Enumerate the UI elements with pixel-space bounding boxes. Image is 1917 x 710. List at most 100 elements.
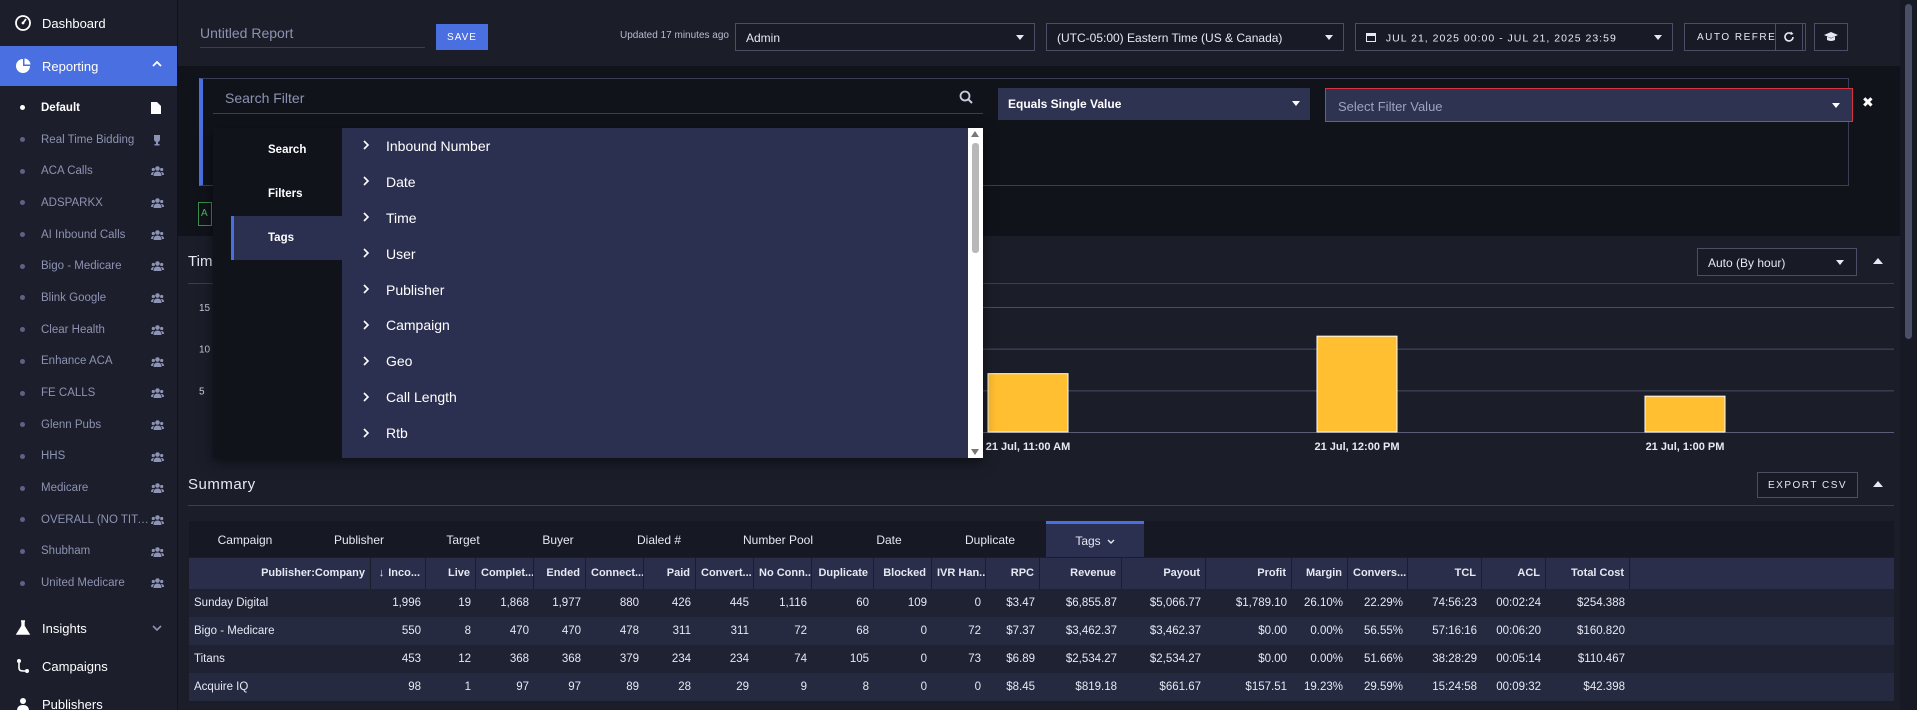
sidebar-report-item[interactable]: ADSPARKX xyxy=(0,187,177,219)
sidebar-report-item[interactable]: AI Inbound Calls xyxy=(0,219,177,251)
sidebar-report-item[interactable]: HHS xyxy=(0,441,177,473)
operator-select[interactable]: Equals Single Value xyxy=(998,88,1310,120)
close-filter-icon[interactable]: ✖ xyxy=(1862,94,1874,111)
table-header-label: Payout xyxy=(1163,567,1200,579)
filter-value-select[interactable]: Select Filter Value xyxy=(1325,88,1853,122)
menu-scrollbar[interactable] xyxy=(968,128,983,458)
table-header-cell[interactable]: ↓ Inco... xyxy=(371,558,426,589)
refresh-button[interactable] xyxy=(1775,23,1803,51)
table-header-cell[interactable]: Ended xyxy=(534,558,586,589)
table-header-cell[interactable]: Duplicate xyxy=(812,558,874,589)
sidebar-report-item[interactable]: Real Time Bidding xyxy=(0,124,177,156)
table-row[interactable]: Sunday Digital 1,996 19 1,868 1,977 880 426 445… xyxy=(189,589,1894,617)
nav-publishers[interactable]: Publishers xyxy=(0,685,177,710)
summary-tab[interactable]: Buyer xyxy=(519,521,597,557)
summary-tab[interactable]: Campaign xyxy=(200,521,290,557)
filter-menu-tab[interactable]: Search xyxy=(213,128,342,172)
summary-tab[interactable]: Dialed # xyxy=(617,521,701,557)
table-header-cell[interactable]: Profit xyxy=(1206,558,1292,589)
save-button[interactable]: SAVE xyxy=(436,24,488,50)
sidebar-report-item[interactable]: ACA Calls xyxy=(0,155,177,187)
sidebar-report-item[interactable]: United Medicare xyxy=(0,567,177,599)
menu-scroll-thumb[interactable] xyxy=(972,143,979,253)
sidebar-report-item[interactable]: Glenn Pubs xyxy=(0,409,177,441)
mode-toggle-button[interactable] xyxy=(1814,23,1848,51)
sidebar-report-item[interactable]: Enhance ACA xyxy=(0,346,177,378)
table-header-cell[interactable]: Convert... xyxy=(696,558,754,589)
sidebar-report-item[interactable]: Clear Health xyxy=(0,314,177,346)
summary-tab[interactable]: Duplicate xyxy=(945,521,1035,557)
page-scrollbar[interactable] xyxy=(1900,0,1917,710)
bullet-dot xyxy=(20,232,25,238)
scroll-down-icon[interactable] xyxy=(971,449,979,455)
sidebar-report-item[interactable]: Bigo - Medicare xyxy=(0,250,177,282)
nav-campaigns[interactable]: Campaigns xyxy=(0,647,177,685)
filter-menu-option[interactable]: Inbound Number xyxy=(342,128,968,164)
table-header-cell[interactable]: Margin xyxy=(1292,558,1348,589)
table-header-cell[interactable]: Blocked xyxy=(874,558,932,589)
account-select[interactable]: Admin xyxy=(735,23,1035,51)
table-header-cell[interactable]: Connect... xyxy=(586,558,644,589)
filter-menu-option[interactable]: Time xyxy=(342,200,968,236)
filter-menu-option-label: Call Length xyxy=(386,389,457,406)
date-range-picker[interactable]: JUL 21, 2025 00:00 - JUL 21, 2025 23:59 xyxy=(1355,23,1673,51)
nav-reporting[interactable]: Reporting xyxy=(0,46,177,86)
sidebar-report-item[interactable]: FE CALLS xyxy=(0,377,177,409)
table-header-cell[interactable]: No Conn... xyxy=(754,558,812,589)
filter-menu-option[interactable]: User xyxy=(342,236,968,272)
sidebar-report-item[interactable]: Blink Google xyxy=(0,282,177,314)
collapse-chart-icon[interactable] xyxy=(1873,258,1883,264)
filter-menu-option[interactable]: Call Length xyxy=(342,379,968,415)
table-row[interactable]: Bigo - Medicare 550 8 470 470 478 311 311 72 68 0 7… xyxy=(189,617,1894,645)
table-header-cell[interactable]: Live xyxy=(426,558,476,589)
chevron-down-icon[interactable] xyxy=(151,622,163,637)
filter-menu-option[interactable]: Publisher xyxy=(342,272,968,308)
sidebar-report-item[interactable]: Default xyxy=(0,92,177,124)
sidebar-report-item[interactable]: OVERALL (NO TITA... xyxy=(0,504,177,536)
table-header-cell[interactable]: Complet... xyxy=(476,558,534,589)
interval-select[interactable]: Auto (By hour) xyxy=(1697,248,1857,276)
table-header-cell[interactable]: Convers... xyxy=(1348,558,1408,589)
sort-desc-icon[interactable]: ↓ xyxy=(379,567,385,579)
filter-menu-tab-label: Tags xyxy=(268,232,294,244)
summary-tab[interactable]: Date xyxy=(847,521,931,557)
filter-menu-tab[interactable]: Filters xyxy=(213,172,342,216)
chart-bar[interactable] xyxy=(987,373,1069,433)
summary-tab[interactable]: Publisher xyxy=(311,521,407,557)
export-csv-button[interactable]: EXPORT CSV xyxy=(1757,472,1859,498)
filter-menu-option[interactable]: Campaign xyxy=(342,307,968,343)
table-header-cell[interactable]: Payout xyxy=(1122,558,1206,589)
nav-insights[interactable]: Insights xyxy=(0,609,177,647)
summary-tab[interactable]: Number Pool xyxy=(720,521,836,557)
timezone-select[interactable]: (UTC-05:00) Eastern Time (US & Canada) xyxy=(1046,23,1344,51)
table-header-cell[interactable]: Revenue xyxy=(1040,558,1122,589)
report-title-input[interactable]: Untitled Report xyxy=(200,18,425,48)
search-filter-input[interactable]: Search Filter xyxy=(213,80,983,114)
chart-bar[interactable] xyxy=(1316,335,1398,433)
sidebar-report-item[interactable]: Shubham xyxy=(0,536,177,568)
table-row[interactable]: Titans 453 12 368 368 379 234 234 74 105 0 73 $6.89 $… xyxy=(189,645,1894,673)
filter-menu-tab[interactable]: Tags xyxy=(231,216,342,260)
filter-menu-option[interactable]: Date xyxy=(342,164,968,200)
table-header-cell[interactable]: ACL xyxy=(1482,558,1546,589)
table-header-cell[interactable]: Publisher:Company xyxy=(189,558,371,589)
nav-dashboard[interactable]: Dashboard xyxy=(0,0,177,46)
filter-chip[interactable]: A xyxy=(198,202,212,226)
table-header-cell[interactable]: RPC xyxy=(986,558,1040,589)
scroll-up-icon[interactable] xyxy=(971,131,979,137)
table-header-cell[interactable]: Paid xyxy=(644,558,696,589)
summary-tab[interactable]: Target xyxy=(422,521,504,557)
page-scroll-thumb[interactable] xyxy=(1905,4,1912,339)
filter-menu-option[interactable]: Geo xyxy=(342,343,968,379)
filter-menu-option[interactable]: Rtb xyxy=(342,415,968,451)
sidebar-report-item[interactable]: Medicare xyxy=(0,472,177,504)
summary-tab[interactable]: Tags xyxy=(1046,521,1144,557)
table-header-label: ACL xyxy=(1517,567,1540,579)
table-header-cell[interactable]: Total Cost xyxy=(1546,558,1630,589)
table-row[interactable]: Acquire IQ 98 1 97 97 89 28 29 9 8 0 0 $8.45 $819.18 $… xyxy=(189,673,1894,701)
table-header-cell[interactable]: IVR Han... xyxy=(932,558,986,589)
collapse-summary-icon[interactable] xyxy=(1873,481,1883,487)
table-header-cell[interactable]: TCL xyxy=(1408,558,1482,589)
chart-bar[interactable] xyxy=(1644,395,1726,433)
chevron-up-icon[interactable] xyxy=(151,58,163,73)
